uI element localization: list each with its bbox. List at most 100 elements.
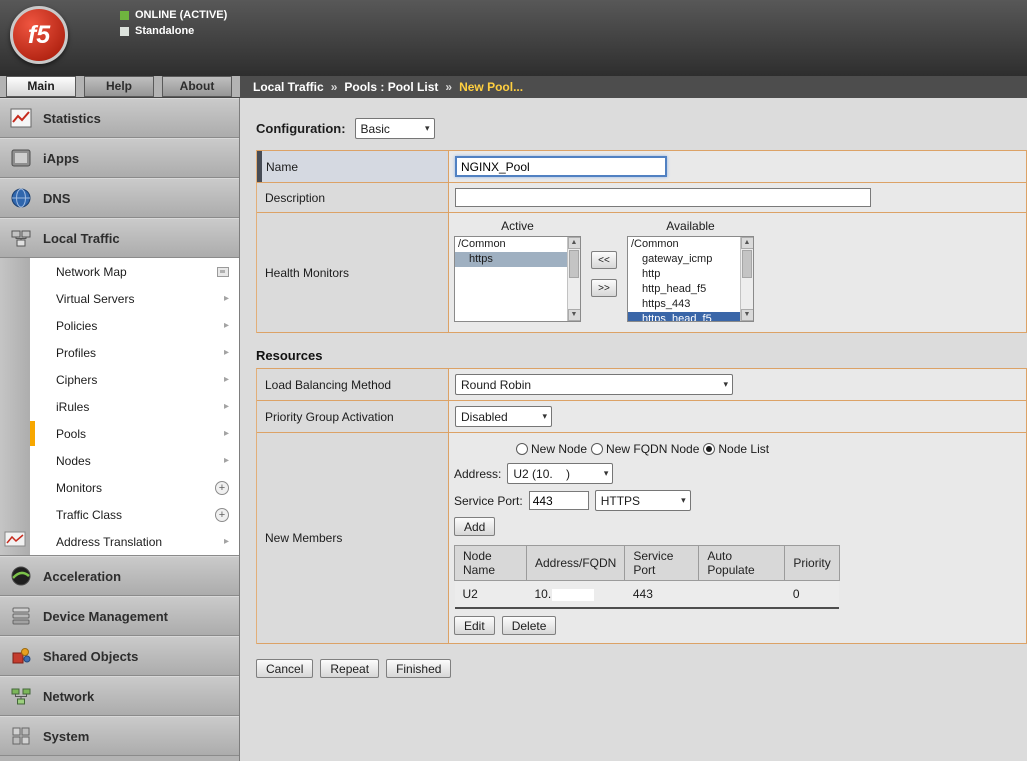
chevron-down-icon: ▾ xyxy=(604,468,609,479)
f5-bigip-app: f5 ONLINE (ACTIVE) Standalone Main Help … xyxy=(0,0,1027,761)
name-row: Name xyxy=(257,151,1026,183)
member-type-radio-group: New Node New FQDN Node Node List xyxy=(516,442,1020,456)
main-content: Configuration: Basic ▾ Name xyxy=(240,98,1027,761)
sidebar-item-dns[interactable]: DNS xyxy=(0,178,239,218)
f5-logo-text: f5 xyxy=(28,21,50,50)
scroll-up-icon[interactable]: ▲ xyxy=(568,237,581,249)
sidebar-item-local-traffic[interactable]: Local Traffic xyxy=(0,218,239,258)
sidebar-item-device-management[interactable]: Device Management xyxy=(0,596,239,636)
edit-button[interactable]: Edit xyxy=(454,616,495,635)
listbox-scrollbar[interactable]: ▲ ▼ xyxy=(567,237,580,321)
body-row: Statistics iApps DNS Local Traffic xyxy=(0,98,1027,761)
member-service-port: 443 xyxy=(625,581,699,609)
sidebar-item-nodes[interactable]: Nodes ▸ xyxy=(30,447,239,474)
add-button[interactable]: Add xyxy=(454,517,495,536)
chevron-down-icon: ▾ xyxy=(542,411,547,422)
sidebar-item-iapps[interactable]: iApps xyxy=(0,138,239,178)
configuration-row: Configuration: Basic ▾ xyxy=(256,118,1027,139)
load-balancing-select[interactable]: Round Robin ▾ xyxy=(455,374,733,395)
sidebar-label: Device Management xyxy=(43,609,168,624)
monitor-option[interactable]: gateway_icmp xyxy=(628,252,740,267)
sidebar-label: DNS xyxy=(43,191,70,206)
cancel-button[interactable]: Cancel xyxy=(256,659,313,678)
listbox-scrollbar[interactable]: ▲ ▼ xyxy=(740,237,753,321)
scroll-up-icon[interactable]: ▲ xyxy=(741,237,754,249)
resources-table: Load Balancing Method Round Robin ▾ Prio… xyxy=(256,368,1027,644)
delete-button[interactable]: Delete xyxy=(502,616,557,635)
sidebar-item-shared-objects[interactable]: Shared Objects xyxy=(0,636,239,676)
scroll-down-icon[interactable]: ▼ xyxy=(741,309,754,321)
mini-chart-icon xyxy=(4,531,26,547)
local-traffic-icon xyxy=(9,226,33,250)
configuration-select[interactable]: Basic ▾ xyxy=(355,118,435,139)
load-balancing-row: Load Balancing Method Round Robin ▾ xyxy=(257,369,1026,401)
chevron-right-icon: ▸ xyxy=(224,293,229,304)
sidebar-item-monitors[interactable]: Monitors + xyxy=(30,474,239,501)
sidebar-item-irules[interactable]: iRules ▸ xyxy=(30,393,239,420)
address-select[interactable]: U2 (10. ) ▾ xyxy=(507,463,613,484)
monitor-option[interactable]: /Common xyxy=(628,237,740,252)
plus-circle-icon[interactable]: + xyxy=(215,508,229,522)
chevron-right-icon: ▸ xyxy=(224,347,229,358)
sidebar-item-policies[interactable]: Policies ▸ xyxy=(30,312,239,339)
name-input[interactable] xyxy=(455,156,667,177)
sidebar-item-profiles[interactable]: Profiles ▸ xyxy=(30,339,239,366)
sidebar-label: Acceleration xyxy=(43,569,121,584)
scrollbar-thumb[interactable] xyxy=(569,250,579,278)
tab-breadcrumb-band: Main Help About Local Traffic » Pools : … xyxy=(0,76,1027,98)
redaction-box xyxy=(552,589,594,601)
monitor-option[interactable]: http xyxy=(628,267,740,282)
description-input[interactable] xyxy=(455,188,871,207)
name-label: Name xyxy=(257,151,449,182)
system-icon xyxy=(9,724,33,748)
available-monitors-listbox[interactable]: /Common gateway_icmp http http_head_f5 h… xyxy=(627,236,754,322)
scrollbar-thumb[interactable] xyxy=(742,250,752,278)
active-monitors-listbox[interactable]: /Common https ▲ ▼ xyxy=(454,236,581,322)
address-field-line: Address: U2 (10. ) ▾ xyxy=(454,463,1020,484)
finished-button[interactable]: Finished xyxy=(386,659,451,678)
service-port-input[interactable] xyxy=(529,491,589,510)
device-management-icon xyxy=(9,604,33,628)
breadcrumb-pool-list[interactable]: Pools : Pool List xyxy=(344,80,438,94)
radio-new-node[interactable]: New Node xyxy=(516,442,587,456)
member-row[interactable]: U2 10. 443 0 xyxy=(455,581,840,609)
breadcrumb-separator-icon: » xyxy=(331,80,338,94)
monitor-option[interactable]: http_head_f5 xyxy=(628,282,740,297)
sidebar-item-traffic-class[interactable]: Traffic Class + xyxy=(30,501,239,528)
sidebar-item-acceleration[interactable]: Acceleration xyxy=(0,556,239,596)
sidebar-item-virtual-servers[interactable]: Virtual Servers ▸ xyxy=(30,285,239,312)
sidebar-item-statistics[interactable]: Statistics xyxy=(0,98,239,138)
repeat-button[interactable]: Repeat xyxy=(320,659,379,678)
plus-circle-icon[interactable]: + xyxy=(215,481,229,495)
sidebar-item-system[interactable]: System xyxy=(0,716,239,756)
sidebar-item-network-map[interactable]: Network Map xyxy=(30,258,239,285)
move-to-active-button[interactable]: << xyxy=(591,251,617,269)
sidebar-item-network[interactable]: Network xyxy=(0,676,239,716)
chevron-right-icon: ▸ xyxy=(224,401,229,412)
service-name-select[interactable]: HTTPS ▾ xyxy=(595,490,691,511)
tab-about[interactable]: About xyxy=(162,76,232,97)
radio-new-fqdn-node[interactable]: New FQDN Node xyxy=(591,442,699,456)
member-priority: 0 xyxy=(785,581,839,609)
sidebar-label: System xyxy=(43,729,89,744)
monitor-option[interactable]: https_443 xyxy=(628,297,740,312)
chevron-down-icon: ▾ xyxy=(723,379,728,390)
sidebar-item-address-translation[interactable]: Address Translation ▸ xyxy=(30,528,239,555)
move-to-available-button[interactable]: >> xyxy=(591,279,617,297)
col-priority: Priority xyxy=(785,546,839,581)
radio-node-list[interactable]: Node List xyxy=(703,442,769,456)
monitor-option[interactable]: /Common xyxy=(455,237,567,252)
monitor-option[interactable]: https xyxy=(455,252,567,267)
breadcrumb-local-traffic[interactable]: Local Traffic xyxy=(253,80,324,94)
sidebar-item-pools[interactable]: Pools ▸ xyxy=(30,420,239,447)
members-table-header-row: Node Name Address/FQDN Service Port Auto… xyxy=(455,546,840,581)
priority-group-select[interactable]: Disabled ▾ xyxy=(455,406,552,427)
scroll-down-icon[interactable]: ▼ xyxy=(568,309,581,321)
sidebar-item-ciphers[interactable]: Ciphers ▸ xyxy=(30,366,239,393)
monitor-option[interactable]: https_head_f5 xyxy=(628,312,740,322)
tab-main[interactable]: Main xyxy=(6,76,76,97)
new-members-row: New Members New Node New FQDN Node xyxy=(257,433,1026,644)
network-map-launch-icon[interactable] xyxy=(217,267,229,277)
tab-zone: Main Help About xyxy=(0,76,240,98)
tab-help[interactable]: Help xyxy=(84,76,154,97)
